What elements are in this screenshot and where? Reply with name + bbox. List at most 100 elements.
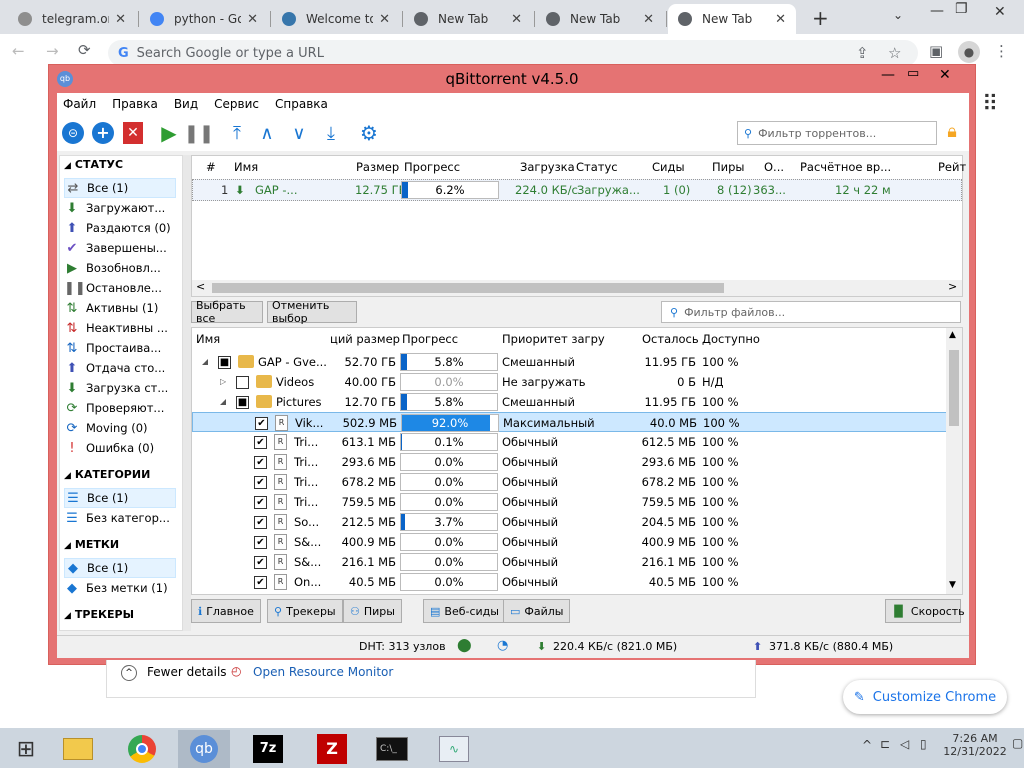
share-icon[interactable]: ⇪ — [856, 44, 869, 62]
column-header[interactable]: Размер — [356, 156, 399, 178]
menu-item[interactable]: Сервис — [214, 97, 259, 111]
collapse-icon[interactable]: ^ — [121, 665, 137, 681]
file-checkbox[interactable]: ✔ — [254, 496, 267, 509]
reload-icon[interactable]: ⟳ — [78, 41, 91, 59]
window-maximize-icon[interactable]: ▭ — [907, 66, 919, 81]
resource-monitor-taskbar-icon[interactable]: ∿ — [428, 730, 480, 768]
column-header[interactable]: # — [206, 156, 216, 178]
move-bottom-icon[interactable]: ⤓ — [319, 121, 343, 145]
sidebar-item-status[interactable]: ❚❚ Остановле... — [64, 278, 176, 298]
chrome-menu-icon[interactable]: ⋮ — [994, 42, 1009, 60]
file-column-header[interactable]: Приоритет загру — [502, 328, 605, 350]
sidebar-item-status[interactable]: ✔ Завершены... — [64, 238, 176, 258]
window-minimize-icon[interactable]: — — [881, 67, 895, 83]
file-row[interactable]: ✔ R Tri... 613.1 МБ 0.1% Обычный 612.5 МБ 100 % — [192, 432, 948, 452]
browser-tab[interactable]: telegram.org ✕ — [8, 4, 136, 34]
file-row[interactable]: ✔ R Tri... 678.2 МБ 0.0% Обычный 678.2 МБ 100 % — [192, 472, 948, 492]
profile-avatar[interactable]: ● — [958, 41, 980, 63]
options-gear-icon[interactable]: ⚙ — [357, 121, 381, 145]
file-row[interactable]: ✔ R Tri... 293.6 МБ 0.0% Обычный 293.6 МБ 100 % — [192, 452, 948, 472]
section-toggle-icon[interactable]: ◢ — [64, 161, 71, 171]
properties-tab[interactable]: ℹ Главное — [191, 599, 261, 623]
browser-tab[interactable]: New Tab ✕ — [668, 4, 796, 34]
menu-item[interactable]: Справка — [275, 97, 328, 111]
speed-button[interactable]: ▐▌ Скорость — [885, 599, 965, 623]
browser-tab[interactable]: Welcome to ✕ — [272, 4, 400, 34]
file-checkbox[interactable]: ■ — [236, 396, 249, 409]
minimize-icon[interactable]: — — [930, 3, 944, 19]
sidebar-item-status[interactable]: ⬆ Отдача сто... — [64, 358, 176, 378]
browser-tab[interactable]: New Tab ✕ — [404, 4, 532, 34]
move-down-icon[interactable]: ∨ — [287, 121, 311, 145]
sidebar-item-status[interactable]: ⬇ Загрузка ст... — [64, 378, 176, 398]
column-header[interactable]: Статус — [576, 156, 618, 178]
file-checkbox[interactable]: ✔ — [254, 436, 267, 449]
file-checkbox[interactable]: ✔ — [254, 576, 267, 589]
back-icon[interactable]: ← — [12, 42, 25, 60]
filezilla-taskbar-icon[interactable]: Z — [306, 730, 358, 768]
open-resource-monitor-link[interactable]: Open Resource Monitor — [253, 665, 393, 679]
apps-grid-icon[interactable]: ⠿ — [982, 92, 998, 117]
forward-icon[interactable]: → — [46, 42, 59, 60]
chrome-taskbar-icon[interactable] — [116, 730, 168, 768]
column-header[interactable]: Пиры — [712, 156, 745, 178]
section-toggle-icon[interactable]: ◢ — [64, 471, 71, 481]
column-header[interactable]: Загрузка — [520, 156, 575, 178]
file-explorer-icon[interactable] — [52, 730, 104, 768]
tab-close-icon[interactable]: ✕ — [643, 12, 654, 27]
section-toggle-icon[interactable]: ◢ — [64, 611, 71, 621]
file-column-header[interactable]: Прогресс — [402, 328, 458, 350]
tab-search-icon[interactable]: ⌄ — [893, 8, 903, 22]
properties-tab[interactable]: ▭ Файлы — [503, 599, 571, 623]
menu-item[interactable]: Правка — [112, 97, 158, 111]
lock-icon[interactable]: 🔒︎ — [941, 121, 963, 145]
pause-icon[interactable]: ❚❚ — [184, 121, 214, 145]
scroll-left-icon[interactable]: < — [196, 280, 205, 293]
column-header[interactable]: Рейт — [938, 156, 966, 178]
resume-icon[interactable]: ▶ — [157, 121, 181, 145]
torrent-hscrollbar[interactable]: < > — [192, 280, 962, 296]
sidebar-item-status[interactable]: ⟳ Проверяют... — [64, 398, 176, 418]
scroll-right-icon[interactable]: > — [948, 280, 957, 293]
file-row[interactable]: ✔ R So... 212.5 МБ 3.7% Обычный 204.5 МБ 100 % — [192, 512, 948, 532]
sidebar-item-status[interactable]: ⟳ Moving (0) — [64, 418, 176, 438]
7zip-taskbar-icon[interactable]: 7z — [242, 730, 294, 768]
file-row[interactable]: ✔ R S&... 400.9 МБ 0.0% Обычный 400.9 МБ 100 % — [192, 532, 948, 552]
delete-icon[interactable]: ✕ — [121, 121, 145, 145]
clock[interactable]: 7:26 AM 12/31/2022 — [940, 732, 1010, 758]
column-header[interactable]: Прогресс — [404, 156, 460, 178]
omnibox[interactable]: G Search Google or type a URL ⇪ ☆ — [108, 40, 918, 66]
properties-tab[interactable]: ▤ Веб-сиды — [423, 599, 506, 623]
tab-close-icon[interactable]: ✕ — [775, 12, 786, 27]
file-checkbox[interactable]: ✔ — [255, 417, 268, 430]
properties-tab[interactable]: ⚲ Трекеры — [267, 599, 343, 623]
close-icon[interactable]: ✕ — [994, 4, 1006, 20]
sidebar-item-category[interactable]: ☰ Без категор... — [64, 508, 176, 528]
side-panel-icon[interactable]: ▣ — [929, 42, 943, 60]
customize-chrome-button[interactable]: ✎ Customize Chrome — [843, 680, 1007, 714]
properties-tab[interactable]: ⚇ Пиры — [343, 599, 402, 623]
file-row[interactable]: ◢ ■ GAP - Gve... 52.70 ГБ 5.8% Смешанный 11.95… — [192, 352, 948, 372]
start-button-icon[interactable]: ⊞ — [0, 730, 52, 768]
alt-speed-icon[interactable]: ◔ — [497, 638, 508, 653]
scroll-thumb[interactable] — [212, 283, 724, 293]
deselect-button[interactable]: Отменить выбор — [267, 299, 357, 325]
scroll-up-icon[interactable]: ▲ — [949, 330, 956, 340]
sidebar-item-status[interactable]: ⬇ Загружают... — [64, 198, 176, 218]
column-header[interactable]: Сиды — [652, 156, 685, 178]
tab-close-icon[interactable]: ✕ — [511, 12, 522, 27]
sidebar-item-status[interactable]: ! Ошибка (0) — [64, 438, 176, 458]
file-checkbox[interactable]: ✔ — [254, 456, 267, 469]
tray-chevron-icon[interactable]: ^ — [862, 738, 872, 752]
network-icon[interactable]: ⊏ — [880, 737, 890, 751]
sidebar-item-status[interactable]: ⇅ Активны (1) — [64, 298, 176, 318]
sidebar-item-status[interactable]: ⇅ Неактивны ... — [64, 318, 176, 338]
tree-expander-icon[interactable]: ▷ — [220, 372, 226, 392]
torrent-filter-input[interactable]: ⚲ Фильтр торрентов... — [737, 121, 937, 145]
restore-icon[interactable]: ❐ — [955, 1, 968, 17]
file-row[interactable]: ✔ R Tri... 759.5 МБ 0.0% Обычный 759.5 МБ 100 % — [192, 492, 948, 512]
scroll-thumb[interactable] — [949, 350, 959, 426]
volume-icon[interactable]: ◁ — [900, 737, 909, 751]
file-vscrollbar[interactable]: ▲ ▼ — [946, 328, 962, 594]
browser-tab[interactable]: New Tab ✕ — [536, 4, 664, 34]
